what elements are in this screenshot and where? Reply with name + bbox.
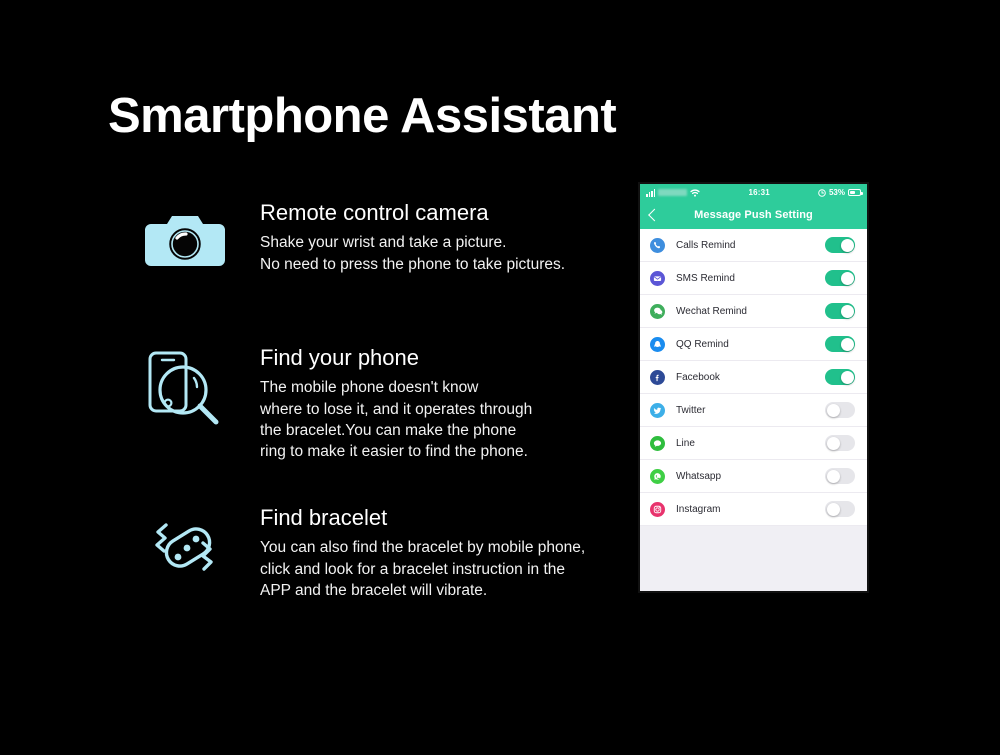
feature-heading: Find your phone <box>260 345 419 370</box>
alarm-icon <box>818 188 826 197</box>
feature-remote-control-camera: Remote control camera Shake your wrist a… <box>142 198 565 284</box>
feature-heading: Find bracelet <box>260 505 388 530</box>
toggle-switch[interactable] <box>825 501 855 517</box>
list-item[interactable]: Twitter <box>640 394 867 427</box>
toggle-switch[interactable] <box>825 237 855 253</box>
whatsapp-icon <box>650 468 665 484</box>
list-empty-area <box>640 526 867 591</box>
feature-find-bracelet: Find bracelet You can also find the brac… <box>142 503 585 601</box>
status-time: 16:31 <box>748 188 770 197</box>
toggle-knob <box>840 271 854 285</box>
toggle-switch[interactable] <box>825 402 855 418</box>
list-item-label: Line <box>676 437 695 449</box>
toggle-switch[interactable] <box>825 369 855 385</box>
list-item[interactable]: Facebook <box>640 361 867 394</box>
toggle-knob <box>826 469 840 483</box>
instagram-icon <box>650 501 665 517</box>
wifi-icon <box>690 188 701 197</box>
toggle-switch[interactable] <box>825 336 855 352</box>
list-item-label: Twitter <box>676 404 706 416</box>
list-item[interactable]: Wechat Remind <box>640 295 867 328</box>
twitter-icon <box>650 402 665 418</box>
list-item-label: Whatsapp <box>676 470 722 482</box>
toggle-knob <box>826 403 840 417</box>
feature-text-block: Remote control camera Shake your wrist a… <box>260 198 565 275</box>
list-item[interactable]: Whatsapp <box>640 460 867 493</box>
toggle-switch[interactable] <box>825 468 855 484</box>
list-item-label: Calls Remind <box>676 239 736 251</box>
status-left <box>646 188 701 197</box>
toggle-switch[interactable] <box>825 303 855 319</box>
slide-root: Smartphone Assistant Remote control came… <box>0 0 1000 755</box>
feature-find-your-phone: Find your phone The mobile phone doesn't… <box>142 343 532 463</box>
feature-text-block: Find bracelet You can also find the brac… <box>260 503 585 601</box>
toggle-switch[interactable] <box>825 435 855 451</box>
phone-mockup: 16:31 53% Message Push Setting Calls Rem… <box>638 182 869 593</box>
list-item-label: SMS Remind <box>676 272 735 284</box>
list-item-label: Instagram <box>676 503 721 515</box>
toggle-knob <box>826 436 840 450</box>
camera-icon <box>142 198 228 284</box>
facebook-icon <box>650 369 665 385</box>
feature-text-block: Find your phone The mobile phone doesn't… <box>260 343 532 463</box>
signal-bars-icon <box>646 189 656 197</box>
list-item[interactable]: Calls Remind <box>640 229 867 262</box>
carrier-name-blurred <box>658 189 688 196</box>
message-push-list: Calls Remind SMS Remind Wechat Remind QQ Re… <box>640 229 867 526</box>
feature-body: Shake your wrist and take a picture. No … <box>260 234 566 273</box>
qq-penguin-icon <box>650 336 665 352</box>
battery-icon <box>848 189 863 196</box>
list-item-label: Facebook <box>676 371 720 383</box>
page-title: Smartphone Assistant <box>108 89 617 143</box>
feature-body: The mobile phone doesn't know where to l… <box>260 379 533 461</box>
list-item[interactable]: SMS Remind <box>640 262 867 295</box>
feature-body: You can also find the bracelet by mobile… <box>260 539 586 600</box>
status-right: 53% <box>818 188 863 197</box>
toggle-knob <box>840 337 854 351</box>
battery-percent: 53% <box>828 188 845 197</box>
toggle-knob <box>840 304 854 318</box>
list-item[interactable]: Instagram <box>640 493 867 526</box>
phone-status-bar: 16:31 53% <box>640 184 867 201</box>
list-item[interactable]: QQ Remind <box>640 328 867 361</box>
toggle-knob <box>840 370 854 384</box>
phone-nav-bar: Message Push Setting <box>640 201 867 229</box>
envelope-icon <box>650 270 665 286</box>
nav-title: Message Push Setting <box>694 209 813 221</box>
wechat-icon <box>650 303 665 319</box>
line-icon <box>650 435 665 451</box>
toggle-knob <box>840 238 854 252</box>
find-bracelet-icon <box>142 503 228 589</box>
list-item[interactable]: Line <box>640 427 867 460</box>
phone-call-icon <box>650 237 665 253</box>
list-item-label: Wechat Remind <box>676 305 747 317</box>
list-item-label: QQ Remind <box>676 338 729 350</box>
toggle-knob <box>826 502 840 516</box>
feature-heading: Remote control camera <box>260 200 489 225</box>
find-phone-icon <box>142 343 228 429</box>
toggle-switch[interactable] <box>825 270 855 286</box>
